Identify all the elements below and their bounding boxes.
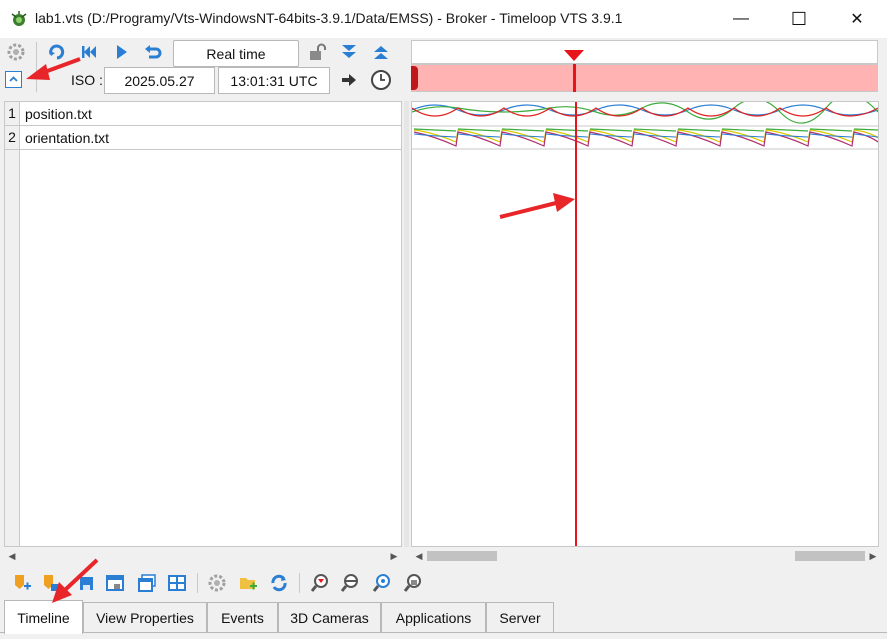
collapse-icon [9, 76, 18, 82]
window-button[interactable] [104, 572, 126, 594]
row-index: 1 [5, 102, 20, 125]
windows-icon [138, 574, 156, 592]
time-cursor-handle[interactable] [564, 50, 584, 61]
grid-button[interactable] [166, 572, 188, 594]
save-button[interactable] [75, 572, 97, 594]
zoom-cursor-icon [310, 574, 328, 592]
tab-server[interactable]: Server [486, 602, 554, 632]
timeline-ruler[interactable] [411, 40, 878, 64]
iso-label: ISO : [71, 72, 103, 88]
refresh-icon [271, 574, 287, 592]
toolbar-divider [299, 573, 300, 593]
zoom-cursor-button[interactable] [309, 572, 331, 594]
clock-button[interactable] [369, 68, 393, 92]
loop-icon [49, 44, 65, 60]
play-button[interactable] [109, 40, 133, 64]
maximize-button[interactable]: ☐ [770, 0, 828, 38]
save-icon [80, 577, 93, 590]
row-header-column [5, 150, 20, 546]
settings-icon [208, 574, 226, 592]
real-time-button[interactable]: Real time [173, 40, 299, 67]
toolbar-divider [36, 42, 37, 92]
undo-icon [145, 45, 162, 59]
collapse-button[interactable] [5, 71, 22, 88]
zoom-lock-button[interactable] [402, 572, 424, 594]
folder-add-icon [240, 578, 257, 590]
add-entity-button[interactable] [11, 572, 33, 594]
scroll-right-icon[interactable]: ▶ [865, 548, 881, 564]
lock-icon [310, 43, 326, 60]
close-icon: ✕ [850, 11, 864, 28]
minimize-icon: — [733, 10, 749, 27]
tab-view-properties[interactable]: View Properties [83, 602, 207, 632]
title-bar: lab1.vts (D:/Programy/Vts-WindowsNT-64bi… [0, 0, 887, 38]
list-item[interactable]: 2 orientation.txt [5, 126, 402, 150]
add-entity-icon [15, 575, 31, 590]
tab-events[interactable]: Events [207, 602, 278, 632]
scrollbar-thumb[interactable] [795, 551, 865, 561]
go-to-time-button[interactable] [337, 68, 361, 92]
graph-pane [411, 101, 879, 547]
skip-start-button[interactable] [77, 40, 101, 64]
scroll-left-icon[interactable]: ◀ [411, 548, 427, 564]
orientation-plot [413, 128, 878, 147]
up-icon [374, 46, 388, 59]
bottom-settings-button[interactable] [206, 572, 228, 594]
zoom-fit-button[interactable] [371, 572, 393, 594]
down-button[interactable] [337, 40, 361, 64]
lock-button[interactable] [305, 40, 329, 64]
file-name: orientation.txt [25, 130, 110, 146]
timeline-band[interactable] [411, 64, 878, 92]
add-file-button[interactable] [40, 572, 62, 594]
scroll-right-icon[interactable]: ▶ [386, 548, 402, 564]
scrollbar-thumb[interactable] [427, 551, 497, 561]
settings-button[interactable] [4, 40, 28, 64]
play-icon [117, 45, 127, 59]
data-plots [412, 102, 878, 150]
tab-3d-cameras[interactable]: 3D Cameras [278, 602, 381, 632]
skip-start-icon [82, 46, 96, 58]
row-index: 2 [5, 126, 20, 149]
arrow-right-icon [342, 74, 356, 86]
file-name: position.txt [25, 106, 92, 122]
zoom-fit-icon [372, 574, 390, 592]
zoom-range-icon [340, 574, 358, 592]
timeline-band-cursor [573, 64, 576, 92]
maximize-icon: ☐ [790, 8, 808, 29]
clock-icon [371, 70, 391, 90]
date-input[interactable]: 2025.05.27 [104, 67, 215, 94]
refresh-button[interactable] [268, 572, 290, 594]
position-plot [412, 102, 878, 124]
timeline-start-marker[interactable] [411, 66, 418, 90]
tab-timeline[interactable]: Timeline [4, 600, 83, 634]
up-button[interactable] [369, 40, 393, 64]
list-horizontal-scrollbar[interactable]: ◀ ▶ [4, 548, 402, 564]
window-icon [106, 575, 124, 591]
list-item[interactable]: 1 position.txt [5, 102, 402, 126]
time-cursor-line[interactable] [575, 102, 577, 546]
tab-applications[interactable]: Applications [381, 602, 486, 632]
grid-icon [168, 575, 186, 591]
down-icon [342, 45, 356, 58]
toolbar-divider [197, 573, 198, 593]
pane-splitter[interactable] [404, 101, 409, 547]
undo-button[interactable] [141, 40, 165, 64]
time-input[interactable]: 13:01:31 UTC [218, 67, 330, 94]
windows-button[interactable] [136, 572, 158, 594]
file-list: 1 position.txt 2 orientation.txt [4, 101, 402, 547]
window-title: lab1.vts (D:/Programy/Vts-WindowsNT-64bi… [35, 10, 623, 26]
app-icon [11, 11, 27, 26]
open-folder-button[interactable] [237, 572, 259, 594]
zoom-lock-icon [403, 574, 421, 592]
settings-icon [7, 43, 25, 61]
close-button[interactable]: ✕ [828, 0, 886, 38]
loop-button[interactable] [45, 40, 69, 64]
graph-horizontal-scrollbar[interactable]: ◀ ▶ [411, 548, 881, 564]
add-file-icon [44, 575, 59, 591]
minimize-button[interactable]: — [712, 0, 770, 38]
scroll-left-icon[interactable]: ◀ [4, 548, 20, 564]
zoom-range-button[interactable] [339, 572, 361, 594]
